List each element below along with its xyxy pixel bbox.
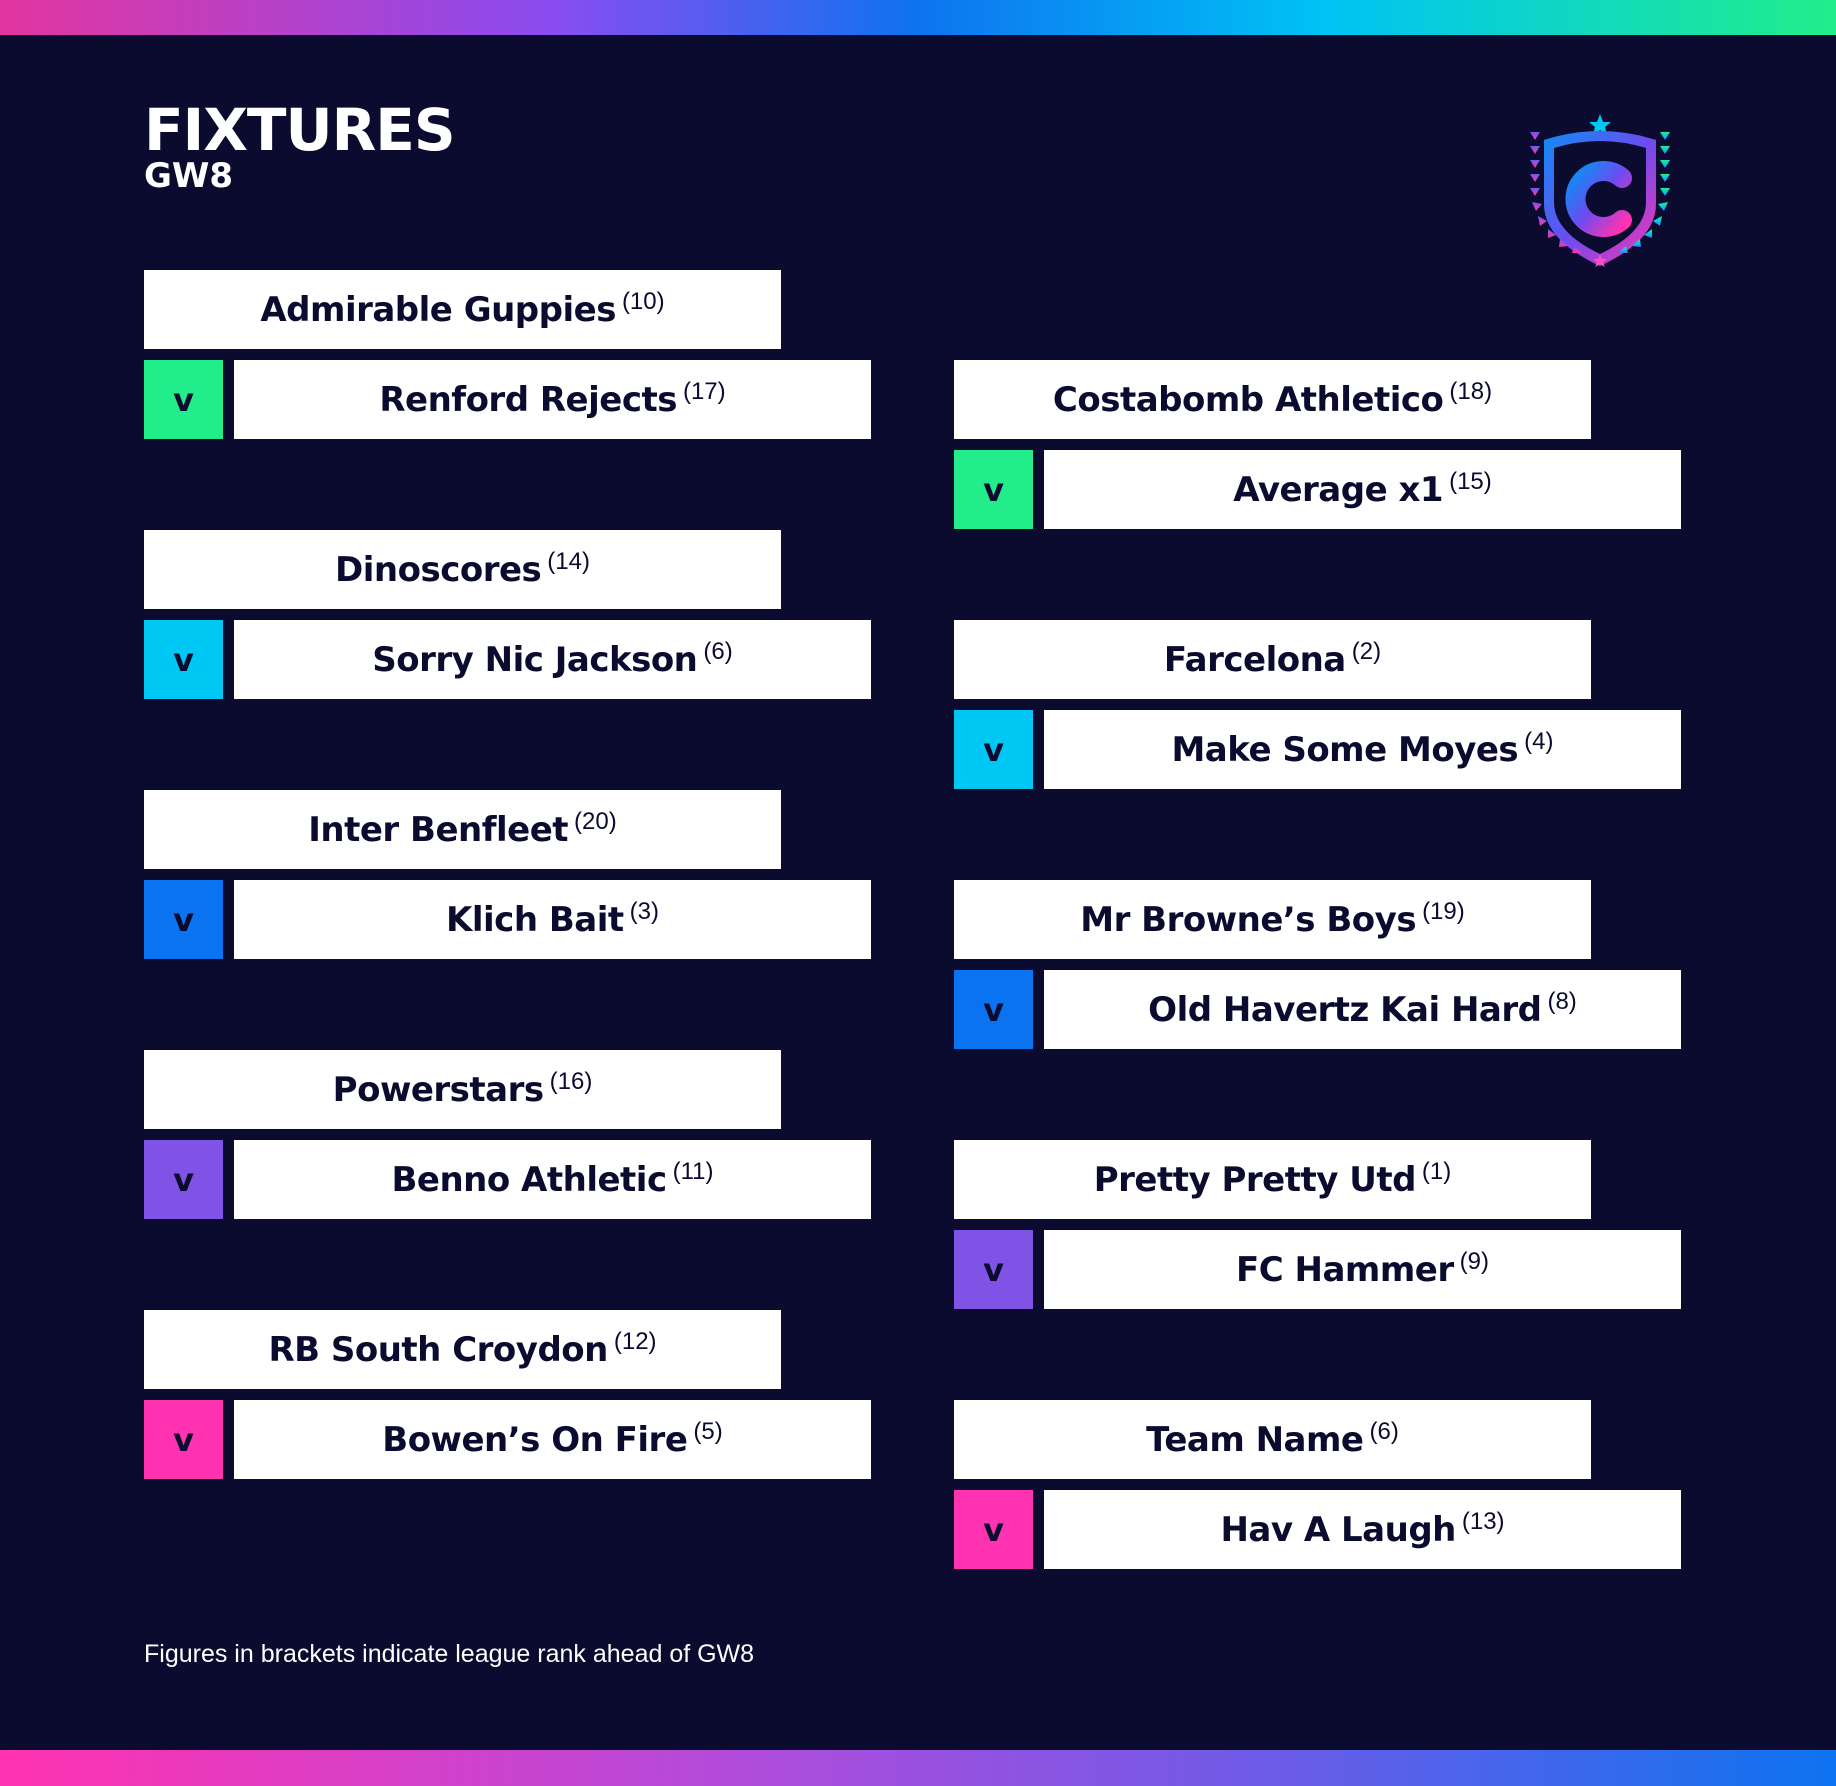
away-team-rank: (17) [682,377,726,405]
versus-badge: v [954,970,1033,1049]
away-team-card: FC Hammer (9) [1044,1230,1681,1309]
home-team-rank: (6) [1369,1417,1399,1445]
away-team-name: FC Hammer [1236,1249,1454,1290]
home-team-card: RB South Croydon (12) [144,1310,781,1389]
fixture: Costabomb Athletico (18) v Average x1 (1… [954,360,1826,530]
away-team-name: Hav A Laugh [1220,1509,1456,1550]
home-team-card: Inter Benfleet (20) [144,790,781,869]
away-team-rank: (15) [1449,467,1492,495]
away-team-name: Average x1 [1233,469,1444,510]
versus-badge: v [144,620,223,699]
fixture: Pretty Pretty Utd (1) v FC Hammer (9) [954,1140,1826,1310]
home-team-name: Mr Browne’s Boys [1080,899,1417,940]
top-gradient-bar [0,0,1836,35]
bottom-gradient-bar [0,1750,1836,1786]
away-team-rank: (6) [703,637,733,665]
home-team-card: Powerstars (16) [144,1050,781,1129]
home-team-name: Dinoscores [335,549,542,590]
fixture: Inter Benfleet (20) v Klich Bait (3) [144,790,1016,960]
away-team-card: Benno Athletic (11) [234,1140,871,1219]
away-team-rank: (3) [629,897,659,925]
away-team-rank: (5) [693,1417,723,1445]
league-crest-icon [1530,114,1670,267]
home-team-card: Costabomb Athletico (18) [954,360,1591,439]
home-team-name: Inter Benfleet [308,809,569,850]
away-team-name: Renford Rejects [379,379,677,420]
away-team-card: Klich Bait (3) [234,880,871,959]
away-team-card: Make Some Moyes (4) [1044,710,1681,789]
home-team-name: RB South Croydon [268,1329,608,1370]
home-team-rank: (18) [1449,377,1493,405]
home-team-card: Team Name (6) [954,1400,1591,1479]
home-team-name: Pretty Pretty Utd [1093,1159,1417,1200]
fixture: Farcelona (2) v Make Some Moyes (4) [954,620,1826,790]
away-team-card: Old Havertz Kai Hard (8) [1044,970,1681,1049]
away-team-rank: (9) [1459,1247,1489,1275]
away-team-rank: (8) [1547,987,1577,1015]
away-team-rank: (11) [672,1157,714,1185]
away-team-card: Renford Rejects (17) [234,360,871,439]
home-team-rank: (12) [613,1327,657,1355]
versus-badge: v [144,1140,223,1219]
home-team-name: Costabomb Athletico [1052,379,1444,420]
home-team-rank: (19) [1422,897,1465,925]
versus-badge: v [144,360,223,439]
versus-badge: v [954,1230,1033,1309]
home-team-name: Farcelona [1163,639,1346,680]
versus-badge: v [954,710,1033,789]
versus-badge: v [144,1400,223,1479]
fixture: Mr Browne’s Boys (19) v Old Havertz Kai … [954,880,1826,1050]
away-team-rank: (4) [1524,727,1554,755]
home-team-card: Admirable Guppies (10) [144,270,781,349]
home-team-rank: (2) [1351,637,1382,665]
home-team-card: Farcelona (2) [954,620,1591,699]
home-team-rank: (1) [1421,1157,1452,1185]
away-team-name: Bowen’s On Fire [382,1419,688,1460]
away-team-name: Old Havertz Kai Hard [1148,989,1542,1030]
gameweek-label: GW8 [144,156,234,196]
home-team-card: Mr Browne’s Boys (19) [954,880,1591,959]
fixture: Admirable Guppies (10) v Renford Rejects… [144,270,1016,440]
home-team-name: Team Name [1146,1419,1364,1460]
away-team-card: Sorry Nic Jackson (6) [234,620,871,699]
away-team-card: Hav A Laugh (13) [1044,1490,1681,1569]
versus-badge: v [954,450,1033,529]
home-team-rank: (16) [549,1067,593,1095]
footnote: Figures in brackets indicate league rank… [144,1640,755,1668]
home-team-card: Dinoscores (14) [144,530,781,609]
home-team-rank: (14) [547,547,590,575]
away-team-name: Make Some Moyes [1171,729,1519,770]
versus-badge: v [144,880,223,959]
page-title: FIXTURES [144,96,456,164]
away-team-name: Klich Bait [446,899,624,940]
away-team-rank: (13) [1461,1507,1505,1535]
home-team-card: Pretty Pretty Utd (1) [954,1140,1591,1219]
fixture: Dinoscores (14) v Sorry Nic Jackson (6) [144,530,1016,700]
away-team-name: Benno Athletic [391,1159,667,1200]
home-team-rank: (10) [621,287,665,315]
home-team-name: Powerstars [332,1069,544,1110]
versus-badge: v [954,1490,1033,1569]
away-team-card: Average x1 (15) [1044,450,1681,529]
away-team-name: Sorry Nic Jackson [372,639,698,680]
fixture: Powerstars (16) v Benno Athletic (11) [144,1050,1016,1220]
home-team-rank: (20) [574,807,617,835]
home-team-name: Admirable Guppies [260,289,616,330]
fixture: RB South Croydon (12) v Bowen’s On Fire … [144,1310,1016,1480]
away-team-card: Bowen’s On Fire (5) [234,1400,871,1479]
fixture: Team Name (6) v Hav A Laugh (13) [954,1400,1826,1570]
